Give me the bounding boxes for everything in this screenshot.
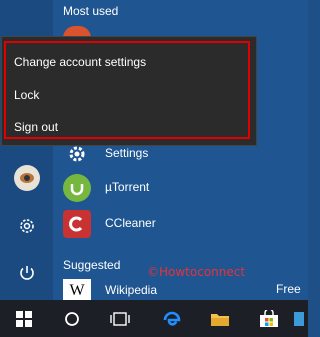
power-button[interactable] [0, 253, 53, 293]
task-view-button[interactable] [97, 300, 143, 337]
avatar [13, 165, 40, 191]
menu-item-sign-out[interactable]: Sign out [14, 120, 58, 134]
app-label: CCleaner [105, 216, 156, 230]
start-button[interactable] [1, 300, 47, 337]
user-avatar-button[interactable] [0, 158, 53, 198]
gear-icon [19, 219, 34, 233]
settings-button[interactable] [0, 206, 53, 246]
account-popup-menu: Change account settings Lock Sign out [1, 36, 257, 146]
utorrent-icon [63, 174, 91, 202]
ccleaner-icon [63, 210, 91, 238]
wikipedia-icon: W [63, 279, 91, 300]
taskbar [0, 300, 308, 337]
cortana-circle-icon [65, 311, 79, 326]
windows-logo-icon [16, 310, 32, 327]
folder-icon [211, 313, 229, 326]
watermark: ©Howtoconnect [147, 265, 246, 279]
app-label: µTorrent [105, 180, 150, 194]
app-label: Settings [105, 146, 149, 160]
cortana-button[interactable] [49, 300, 95, 337]
edge-icon [163, 311, 181, 326]
free-badge: Free [276, 282, 301, 296]
suggested-app-label[interactable]: Wikipedia [105, 283, 157, 297]
suggested-header: Suggested [63, 258, 121, 272]
task-view-icon [110, 311, 130, 326]
menu-item-lock[interactable]: Lock [14, 88, 39, 102]
taskbar-overflow-app[interactable] [290, 300, 308, 337]
app-icon [294, 311, 304, 326]
most-used-header: Most used [63, 4, 119, 18]
file-explorer-button[interactable] [197, 300, 243, 337]
store-bag-icon [260, 309, 278, 327]
app-row-utorrent[interactable]: µTorrent [53, 172, 308, 204]
edge-button[interactable] [149, 300, 195, 337]
menu-item-change-account-settings[interactable]: Change account settings [14, 55, 146, 69]
store-button[interactable] [246, 300, 292, 337]
app-row-ccleaner[interactable]: CCleaner [53, 208, 308, 240]
power-icon [19, 266, 34, 280]
